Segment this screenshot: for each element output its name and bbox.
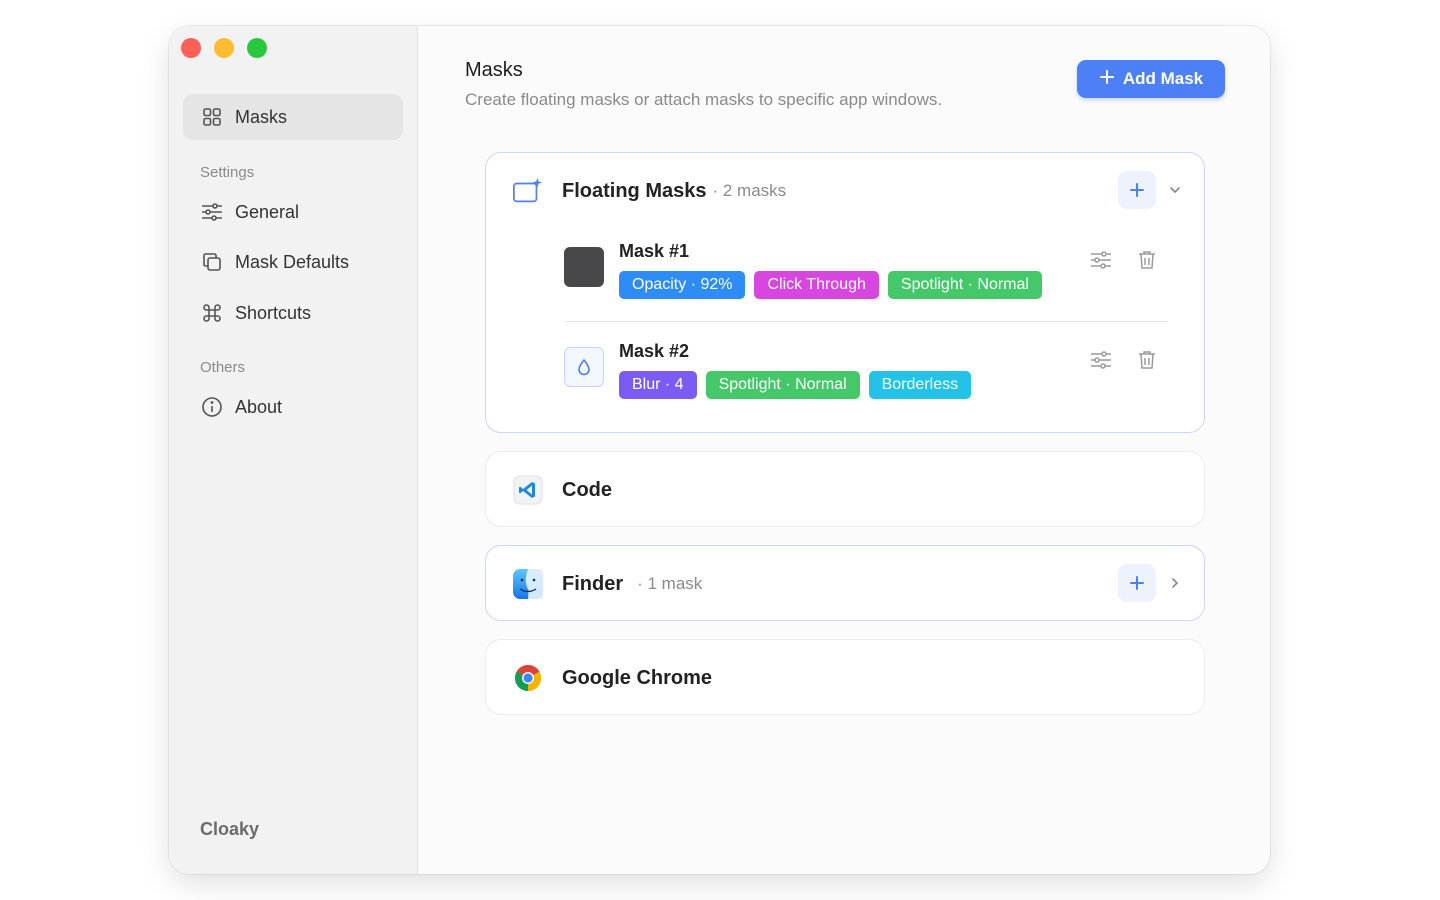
mask-name: Mask #2 xyxy=(619,341,690,361)
code-header: Code xyxy=(512,452,612,528)
mask-actions xyxy=(1090,249,1158,271)
sidebar-item-label: Shortcuts xyxy=(235,302,312,323)
spotlight-tag: Spotlight · Normal xyxy=(705,371,860,399)
click-through-tag: Click Through xyxy=(754,271,879,299)
code-title: Code xyxy=(562,478,612,501)
mask-settings-button[interactable] xyxy=(1090,249,1112,271)
finder-count: · 1 mask xyxy=(637,574,703,593)
copy-icon xyxy=(201,251,223,273)
mask-name: Mask #1 xyxy=(619,241,690,261)
trash-icon xyxy=(1139,251,1155,269)
delete-mask-button[interactable] xyxy=(1136,349,1158,371)
droplet-icon xyxy=(578,358,590,376)
close-window-button[interactable] xyxy=(181,38,201,58)
expand-finder-button[interactable] xyxy=(1166,574,1184,592)
floating-window-sparkle-icon xyxy=(512,175,544,207)
window-controls xyxy=(181,38,267,58)
chrome-icon xyxy=(512,662,544,694)
finder-icon xyxy=(512,568,544,600)
chevron-right-icon xyxy=(1172,578,1179,588)
mask-thumbnail-dark xyxy=(564,247,604,287)
borderless-tag: Borderless xyxy=(868,371,972,399)
mask-settings-button[interactable] xyxy=(1090,349,1112,371)
mask-row-2[interactable]: Mask #2 Blur · 4 Spotlight · Normal Bord… xyxy=(564,341,1168,407)
app-window: Masks Settings General Mask Defaults Sho… xyxy=(169,26,1270,874)
trash-icon xyxy=(1139,351,1155,369)
floating-masks-title: Floating Masks xyxy=(562,179,707,202)
sidebar-item-about[interactable]: About xyxy=(183,384,403,430)
sidebar-item-label: Mask Defaults xyxy=(235,251,350,272)
chrome-title: Google Chrome xyxy=(562,666,713,689)
add-floating-mask-button[interactable] xyxy=(1118,171,1156,209)
floating-masks-card: Floating Masks · 2 masks Mask #1 Opacity… xyxy=(485,152,1205,433)
sidebar-item-masks[interactable]: Masks xyxy=(183,94,403,140)
sidebar-item-general[interactable]: General xyxy=(183,189,403,235)
plus-icon xyxy=(1130,183,1144,197)
mask-thumbnail-blur xyxy=(564,347,604,387)
mask-divider xyxy=(564,321,1168,322)
app-card-finder[interactable]: Finder · 1 mask xyxy=(485,545,1205,621)
opacity-tag: Opacity · 92% xyxy=(619,271,746,299)
plus-icon xyxy=(1099,69,1115,90)
add-mask-button[interactable]: Add Mask xyxy=(1077,60,1225,98)
collapse-floating-button[interactable] xyxy=(1166,181,1184,199)
add-finder-mask-button[interactable] xyxy=(1118,564,1156,602)
sliders-icon xyxy=(1091,251,1111,269)
sidebar: Masks Settings General Mask Defaults Sho… xyxy=(169,26,418,874)
chrome-header: Google Chrome xyxy=(512,640,712,716)
sidebar-item-label: Masks xyxy=(235,106,288,127)
chevron-down-icon xyxy=(1170,187,1180,194)
finder-header: Finder · 1 mask xyxy=(512,546,702,622)
sidebar-section-others: Others xyxy=(200,359,246,376)
mask-tags: Blur · 4 Spotlight · Normal Borderless xyxy=(619,371,972,399)
sliders-icon xyxy=(201,201,223,223)
delete-mask-button[interactable] xyxy=(1136,249,1158,271)
sidebar-item-label: General xyxy=(235,201,300,222)
page-title: Masks xyxy=(465,59,523,81)
sliders-icon xyxy=(1091,351,1111,369)
mask-tags: Opacity · 92% Click Through Spotlight · … xyxy=(619,271,1042,299)
app-card-code[interactable]: Code xyxy=(485,451,1205,527)
minimize-window-button[interactable] xyxy=(214,38,234,58)
info-icon xyxy=(201,396,223,418)
finder-title: Finder xyxy=(562,572,624,595)
sidebar-item-shortcuts[interactable]: Shortcuts xyxy=(183,290,403,336)
blur-tag: Blur · 4 xyxy=(619,371,697,399)
sidebar-item-mask-defaults[interactable]: Mask Defaults xyxy=(183,239,403,285)
floating-masks-header[interactable]: Floating Masks · 2 masks xyxy=(512,153,786,229)
mask-actions xyxy=(1090,349,1158,371)
app-card-chrome[interactable]: Google Chrome xyxy=(485,639,1205,715)
spotlight-tag: Spotlight · Normal xyxy=(887,271,1042,299)
zoom-window-button[interactable] xyxy=(247,38,267,58)
page-subtitle: Create floating masks or attach masks to… xyxy=(465,90,943,109)
command-icon xyxy=(201,302,223,324)
plus-icon xyxy=(1130,576,1144,590)
main-content: Masks Create floating masks or attach ma… xyxy=(419,26,1270,874)
app-brand: Cloaky xyxy=(200,819,260,839)
sidebar-item-label: About xyxy=(235,396,283,417)
grid-icon xyxy=(201,106,223,128)
sidebar-section-settings: Settings xyxy=(200,164,255,181)
floating-masks-count: · 2 masks xyxy=(712,181,787,200)
vscode-icon xyxy=(512,474,544,506)
mask-row-1[interactable]: Mask #1 Opacity · 92% Click Through Spot… xyxy=(564,241,1168,307)
add-mask-label: Add Mask xyxy=(1122,69,1204,88)
